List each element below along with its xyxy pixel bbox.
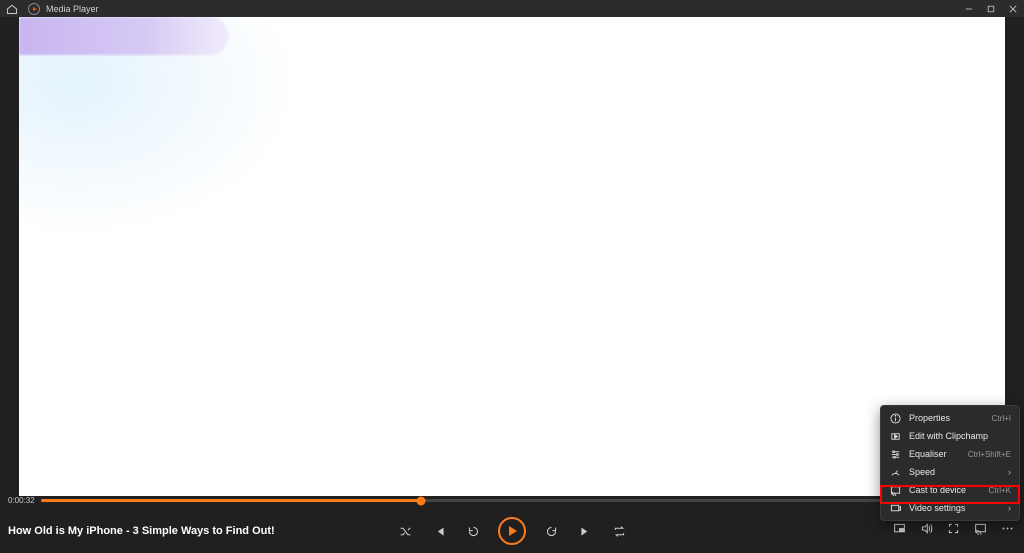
skip-forward-button[interactable] [542, 522, 560, 540]
play-button[interactable] [498, 517, 526, 545]
menu-item-edit-clipchamp[interactable]: Edit with Clipchamp [881, 427, 1019, 445]
close-button[interactable] [1002, 0, 1024, 17]
right-controls [893, 522, 1024, 540]
app-icon [28, 3, 40, 15]
center-controls [396, 517, 628, 545]
menu-item-properties[interactable]: Properties Ctrl+I [881, 409, 1019, 427]
repeat-button[interactable] [610, 522, 628, 540]
menu-item-cast-to-device[interactable]: Cast to device Ctrl+K [881, 481, 1019, 499]
menu-item-video-settings[interactable]: Video settings › [881, 499, 1019, 517]
control-bar: How Old is My iPhone - 3 Simple Ways to … [0, 509, 1024, 553]
video-settings-icon [889, 502, 901, 514]
clipchamp-icon [889, 430, 901, 442]
chevron-right-icon: › [1008, 503, 1011, 513]
seek-fill [41, 499, 421, 502]
home-icon[interactable] [6, 3, 18, 15]
mini-player-button[interactable] [893, 522, 906, 540]
minimize-button[interactable] [958, 0, 980, 17]
current-time-label: 0:00:32 [8, 496, 35, 505]
info-icon [889, 412, 901, 424]
chevron-right-icon: › [1008, 467, 1011, 477]
skip-back-button[interactable] [464, 522, 482, 540]
volume-button[interactable] [920, 522, 933, 540]
shuffle-button[interactable] [396, 522, 414, 540]
maximize-button[interactable] [980, 0, 1002, 17]
title-bar: Media Player [0, 0, 1024, 17]
equaliser-icon [889, 448, 901, 460]
fullscreen-button[interactable] [947, 522, 960, 540]
next-button[interactable] [576, 522, 594, 540]
media-title: How Old is My iPhone - 3 Simple Ways to … [0, 525, 275, 537]
cast-button[interactable] [974, 522, 987, 540]
menu-item-speed[interactable]: Speed › [881, 463, 1019, 481]
seek-thumb[interactable] [417, 496, 426, 505]
more-button[interactable] [1001, 522, 1014, 540]
cast-icon [889, 484, 901, 496]
video-canvas[interactable] [19, 17, 1005, 496]
app-title: Media Player [46, 4, 99, 14]
seek-bar[interactable] [41, 499, 1016, 502]
menu-item-equaliser[interactable]: Equaliser Ctrl+Shift+E [881, 445, 1019, 463]
progress-row: 0:00:32 [8, 496, 1016, 505]
previous-button[interactable] [430, 522, 448, 540]
speed-icon [889, 466, 901, 478]
video-content [19, 17, 229, 55]
more-options-menu: Properties Ctrl+I Edit with Clipchamp Eq… [880, 405, 1020, 521]
